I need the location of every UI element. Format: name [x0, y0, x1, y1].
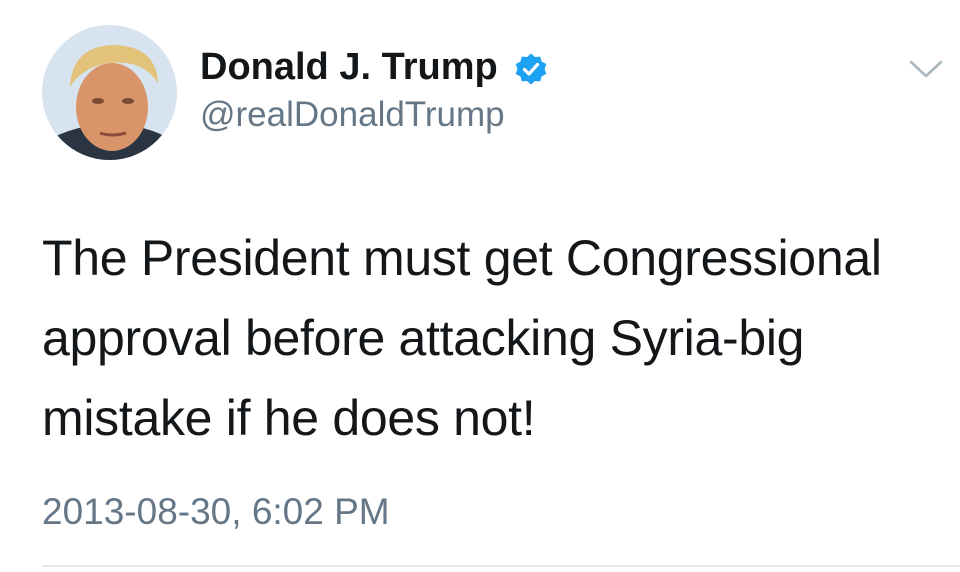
chevron-down-icon[interactable] — [908, 56, 944, 82]
tweet-card: Donald J. Trump @realDonaldTrump The Pre… — [0, 0, 960, 572]
display-name[interactable]: Donald J. Trump — [200, 44, 498, 90]
user-handle[interactable]: @realDonaldTrump — [200, 94, 505, 136]
verified-badge-icon — [515, 53, 547, 85]
divider — [42, 565, 960, 567]
timestamp[interactable]: 2013-08-30, 6:02 PM — [42, 490, 390, 534]
tweet-text: The President must get Congressional app… — [42, 230, 882, 446]
avatar-image — [42, 25, 177, 160]
avatar[interactable] — [42, 25, 177, 160]
